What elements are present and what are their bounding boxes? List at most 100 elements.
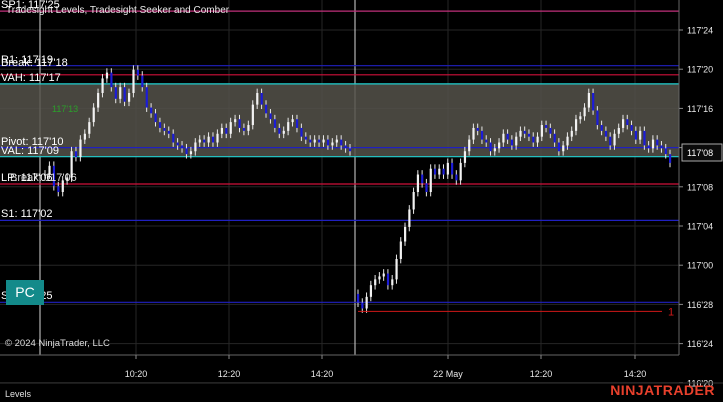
level-label: VAL: 117'09 — [1, 144, 59, 157]
candle-body — [154, 113, 157, 123]
candle-body — [203, 139, 206, 143]
candle-body — [278, 127, 281, 134]
copyright-text: © 2024 NinjaTrader, LLC — [5, 338, 110, 349]
candle-body — [300, 127, 303, 137]
candle-body — [472, 127, 475, 140]
candle-body — [391, 279, 394, 286]
candle-body — [340, 139, 343, 146]
candle-body — [269, 113, 272, 120]
candle-body — [172, 133, 175, 143]
x-tick-label: 14:20 — [624, 369, 647, 379]
candle-body — [369, 285, 373, 297]
candle-body — [536, 136, 539, 143]
levels-panel-label: Levels — [5, 389, 32, 399]
candle-body — [92, 107, 95, 123]
current-price-label: 117'08 — [687, 148, 713, 158]
candle-body — [651, 139, 655, 149]
y-tick-label: 116'28 — [687, 300, 713, 310]
candle-body — [596, 110, 599, 126]
candle-body — [587, 93, 590, 108]
x-tick-label: 12:20 — [530, 369, 553, 379]
candle-body — [634, 130, 638, 140]
candle-body — [216, 133, 219, 143]
candle-body — [309, 139, 312, 143]
candle-body — [506, 133, 509, 140]
candle-body — [365, 296, 368, 309]
candle-body — [374, 279, 377, 286]
candle-body — [451, 162, 454, 175]
candle-body — [386, 273, 390, 286]
x-tick-label: 12:20 — [218, 369, 241, 379]
candle-body — [295, 119, 299, 128]
candle-body — [194, 142, 197, 152]
level-label: SP1: 117'25 — [1, 0, 60, 12]
candle-body — [110, 72, 113, 88]
candle-body — [557, 142, 561, 152]
candle-body — [519, 130, 522, 137]
y-tick-label: 117'24 — [687, 26, 713, 36]
y-tick-label: 117'20 — [687, 65, 713, 75]
candle-body — [282, 130, 285, 134]
candle-body — [335, 139, 338, 143]
candle-body — [446, 162, 449, 175]
candle-body — [331, 142, 334, 146]
candle-body — [260, 93, 263, 105]
candle-body — [119, 87, 122, 99]
candle-body — [114, 87, 117, 99]
candle-body — [429, 168, 432, 193]
candle-body — [357, 293, 360, 303]
candle-body — [382, 273, 385, 277]
candle-body — [416, 174, 420, 193]
x-tick-label: 22 May — [433, 369, 463, 379]
candle-body — [421, 174, 424, 184]
candle-body — [234, 119, 237, 123]
candle-body — [313, 139, 316, 143]
candle-body — [97, 93, 100, 108]
candle-body — [583, 107, 586, 117]
candle-body — [399, 241, 402, 259]
candle-body — [211, 136, 215, 143]
candle-body — [238, 119, 241, 128]
candle-body — [664, 148, 667, 155]
level-label: Break: 117'18 — [1, 56, 68, 69]
candle-body — [225, 127, 228, 134]
candle-body — [344, 145, 347, 149]
level-label: Break: 117'06 — [10, 172, 77, 184]
candle-body — [523, 130, 526, 134]
candle-body — [613, 133, 616, 146]
y-tick-label: 117'16 — [687, 104, 713, 114]
candle-body — [57, 186, 60, 193]
candle-body — [566, 136, 569, 146]
candle-body — [150, 107, 153, 114]
candle-body — [604, 130, 608, 137]
candle-body — [176, 142, 179, 146]
candle-body — [545, 125, 548, 128]
y-tick-label: 117'00 — [687, 261, 713, 271]
candle-body — [600, 125, 603, 131]
candle-body — [229, 122, 232, 134]
chart-panel[interactable]: 1117'24117'20117'16117'12117'08117'04117… — [0, 0, 723, 402]
candle-body — [480, 130, 484, 140]
y-tick-label: 117'04 — [687, 222, 713, 232]
level-label: S1: 117'02 — [1, 208, 53, 221]
candle-body — [532, 136, 535, 143]
candle-body — [318, 139, 321, 143]
candle-body — [304, 136, 307, 140]
candle-body — [127, 93, 131, 102]
candle-body — [579, 116, 582, 120]
candle-body — [425, 183, 428, 193]
candle-body — [79, 139, 82, 158]
candle-body — [378, 276, 381, 280]
candle-body — [132, 69, 135, 93]
candle-body — [251, 104, 254, 126]
candle-body — [527, 133, 531, 137]
candle-body — [574, 119, 578, 131]
candle-body — [322, 139, 325, 143]
pc-button[interactable]: PC — [6, 280, 44, 305]
candle-body — [669, 154, 672, 163]
candle-body — [83, 133, 86, 140]
candle-body — [361, 302, 364, 309]
candle-body — [101, 78, 104, 93]
y-tick-label: 117'08 — [687, 182, 713, 192]
candle-body — [273, 119, 277, 128]
